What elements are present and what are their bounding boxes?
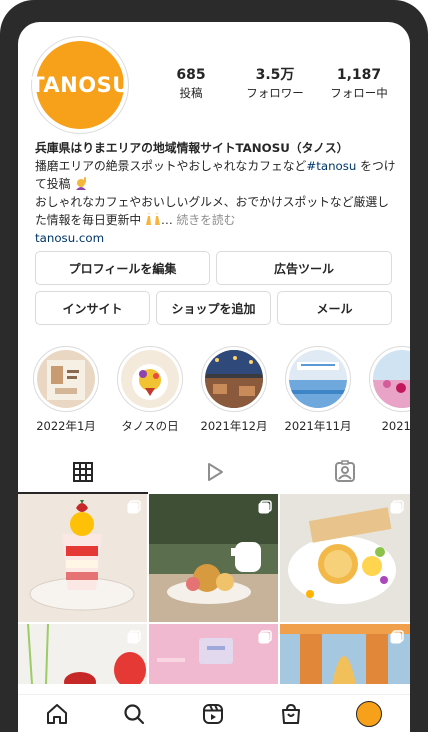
tagged-icon [335,460,355,482]
nav-home[interactable] [42,699,72,729]
carousel-icon [390,500,404,514]
shop-icon [282,703,300,724]
highlight-ring [285,346,351,412]
avatar-logo-text: TANOSU [30,73,130,97]
bio-line-1-text: 播磨エリアの絶景スポットやおしゃれなカフェなど [35,159,307,173]
avatar-logo: TANOSU [30,41,129,129]
bio-line-2: おしゃれなカフェやおいしいグルメ、おでかけスポットなど厳選した情報を毎日更新中 … [35,193,400,229]
followers-stat[interactable]: 3.5万 フォロワー [235,66,315,102]
raised-hands-emoji [145,213,161,226]
edit-profile-button[interactable]: プロフィールを編集 [35,251,210,285]
post-thumbnail[interactable] [18,624,147,684]
following-stat[interactable]: 1,187 フォロー中 [319,66,399,102]
highlight-cover [205,350,263,408]
posts-grid [18,494,410,684]
highlight-ring [33,346,99,412]
profile-screen: TANOSU 685 投稿 3.5万 フォロワー 1,187 フォロー中 兵庫県… [18,22,410,732]
bio-name: 兵庫県はりまエリアの地域情報サイトTANOSU（タノス） [35,141,349,155]
carousel-icon [127,630,141,644]
highlight-label: 2021年11月 [284,419,352,433]
nav-profile[interactable] [354,699,384,729]
tab-reels[interactable] [149,450,279,494]
nav-shop[interactable] [276,699,306,729]
following-label: フォロー中 [330,86,388,100]
highlight-label: 2021年12月 [200,419,268,433]
grid-icon [73,462,93,482]
highlight-label: タノスの日 [121,419,179,433]
carousel-icon [390,630,404,644]
hashtag-link[interactable]: #tanosu [306,159,356,173]
nav-search[interactable] [119,699,149,729]
highlight-label: 2021年 [381,419,410,433]
highlight-2021-nov[interactable]: 2021年11月 [284,346,352,434]
highlight-ring [369,346,410,412]
reels-play-icon [208,463,223,481]
bio-ellipsis: … [160,213,177,227]
profile-bio: 兵庫県はりまエリアの地域情報サイトTANOSU（タノス） 播磨エリアの絶景スポッ… [35,139,400,247]
followers-label: フォロワー [246,86,304,100]
posts-label: 投稿 [179,86,203,100]
bottom-navigation [18,694,410,732]
website-link[interactable]: tanosu.com [35,229,400,247]
post-thumbnail[interactable] [149,624,278,684]
highlight-cover [289,350,347,408]
carousel-icon [258,630,272,644]
post-thumbnail[interactable] [149,494,278,622]
search-icon [124,704,145,725]
highlight-2021[interactable]: 2021年 [368,346,410,434]
posts-stat[interactable]: 685 投稿 [151,66,231,102]
highlight-label: 2022年1月 [36,419,96,433]
read-more-link[interactable]: 続きを読む [176,213,235,227]
add-shop-button[interactable]: ショップを追加 [156,291,271,325]
highlight-tanosu-day[interactable]: タノスの日 [116,346,184,434]
carousel-icon [258,500,272,514]
highlight-cover [373,350,410,408]
tab-tagged[interactable] [280,450,410,494]
following-count: 1,187 [336,67,382,83]
reels-icon [203,704,223,724]
email-button[interactable]: メール [277,291,392,325]
nav-reels[interactable] [198,699,228,729]
bio-line-1: 播磨エリアの絶景スポットやおしゃれなカフェなど#tanosu をつけて投稿 [35,157,400,193]
insights-button[interactable]: インサイト [35,291,150,325]
profile-tabs [18,450,410,494]
highlight-cover [37,350,95,408]
ad-tools-button[interactable]: 広告ツール [216,251,392,285]
highlight-2021-dec[interactable]: 2021年12月 [200,346,268,434]
profile-header: TANOSU 685 投稿 3.5万 フォロワー 1,187 フォロー中 [18,22,410,137]
posts-count: 685 [176,67,206,83]
post-thumbnail[interactable] [280,494,410,622]
highlight-2022-jan[interactable]: 2022年1月 [32,346,100,434]
followers-count: 3.5万 [255,67,295,83]
phone-frame: TANOSU 685 投稿 3.5万 フォロワー 1,187 フォロー中 兵庫県… [0,0,428,732]
post-thumbnail[interactable] [18,494,147,622]
profile-avatar[interactable]: TANOSU [30,36,129,134]
highlight-cover [121,350,179,408]
highlight-ring [201,346,267,412]
profile-avatar-icon [356,701,382,727]
tab-grid[interactable] [18,450,148,494]
raising-hand-emoji [74,177,88,190]
carousel-icon [127,500,141,514]
home-icon [47,704,67,724]
post-thumbnail[interactable] [280,624,410,684]
highlight-ring [117,346,183,412]
